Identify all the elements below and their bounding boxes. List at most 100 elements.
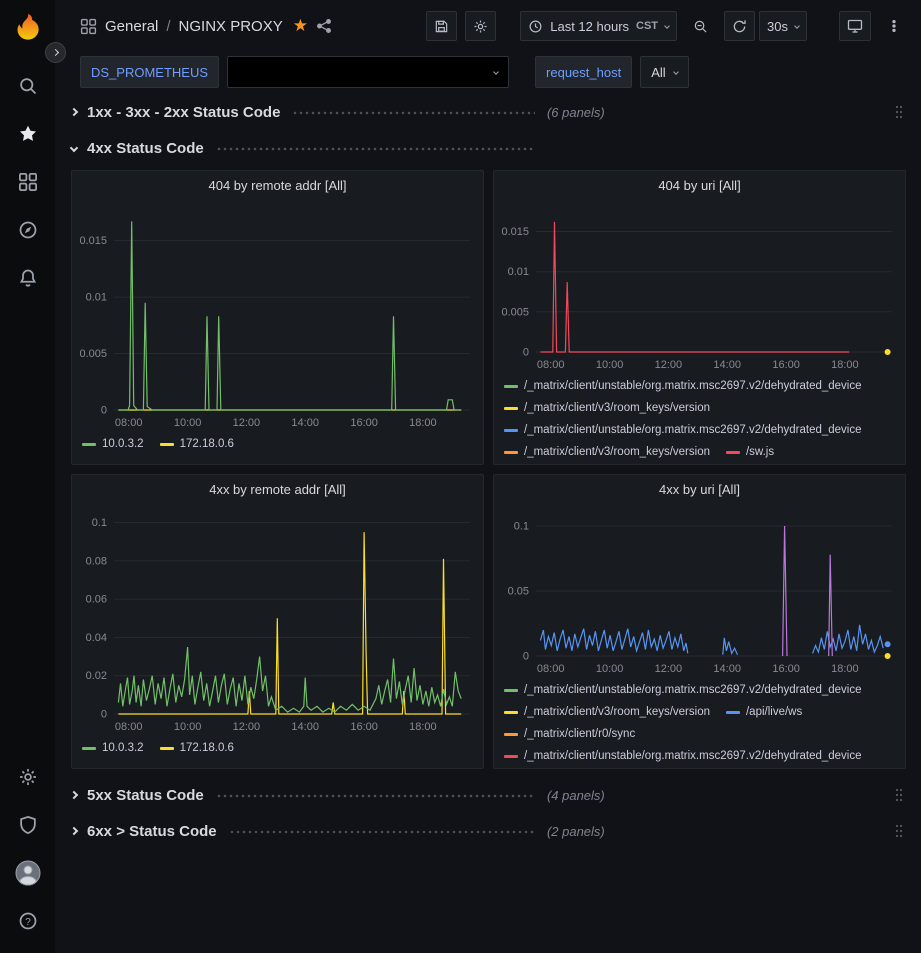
legend-swatch (504, 755, 518, 758)
svg-text:12:00: 12:00 (233, 417, 261, 429)
legend-label: /_matrix/client/unstable/org.matrix.msc2… (524, 378, 862, 395)
save-dashboard-button[interactable] (426, 11, 457, 41)
legend-item[interactable]: /_matrix/client/v3/room_keys/version (504, 444, 710, 460)
refresh-interval-label: 30s (767, 19, 788, 34)
sidebar: ? (0, 0, 55, 953)
row-5xx-status-code[interactable]: 5xx Status Code (4 panels) (71, 781, 906, 809)
chevron-right-icon (52, 49, 59, 56)
share-icon[interactable] (316, 18, 332, 34)
legend-label: 172.18.0.6 (180, 436, 234, 453)
refresh-interval-picker[interactable]: 30s (759, 11, 807, 41)
sidebar-item-profile[interactable] (0, 849, 55, 897)
time-range-picker[interactable]: Last 12 hours CST (520, 11, 677, 41)
chart-4xx-by-remote-addr[interactable]: 00.020.040.060.080.108:0010:0012:0014:00… (72, 503, 484, 736)
svg-text:0.015: 0.015 (79, 235, 107, 247)
favorite-star-icon[interactable]: ★ (293, 16, 308, 36)
bell-icon (18, 268, 38, 288)
row-6xx-status-code[interactable]: 6xx > Status Code (2 panels) (71, 817, 906, 845)
breadcrumb: General / NGINX PROXY ★ (80, 16, 332, 36)
legend-item[interactable]: /_matrix/client/unstable/org.matrix.msc2… (504, 378, 862, 395)
refresh-icon (732, 19, 747, 34)
sidebar-item-dashboards[interactable] (0, 158, 55, 206)
search-button[interactable] (0, 62, 55, 110)
row-panel-count: (4 panels) (547, 788, 605, 803)
row-4xx-status-code[interactable]: 4xx Status Code (71, 134, 906, 162)
legend-swatch (504, 451, 518, 454)
row-drag-handle[interactable] (894, 823, 904, 839)
grafana-app: ? General / NGINX PROXY ★ (0, 0, 921, 953)
compass-icon (18, 220, 38, 240)
chart-4xx-by-uri[interactable]: 00.050.108:0010:0012:0014:0016:0018:00 (494, 503, 906, 678)
tv-mode-button[interactable] (839, 11, 871, 41)
datasource-select[interactable] (227, 56, 509, 88)
breadcrumb-dashboard-title[interactable]: NGINX PROXY (179, 18, 283, 35)
svg-text:0.06: 0.06 (86, 594, 107, 606)
chart-404-by-uri[interactable]: 00.0050.010.01508:0010:0012:0014:0016:00… (494, 199, 906, 374)
row-title-wrap: 4xx Status Code (71, 140, 547, 157)
legend-item[interactable]: /_matrix/client/v3/room_keys/version (504, 704, 710, 721)
breadcrumb-separator: / (166, 18, 170, 35)
legend-item[interactable]: /sw.js (726, 444, 774, 460)
legend-item[interactable]: /_matrix/client/unstable/org.matrix.msc2… (504, 422, 862, 439)
legend-item[interactable]: 10.0.3.2 (82, 740, 144, 757)
chart-404-by-remote-addr[interactable]: 00.0050.010.01508:0010:0012:0014:0016:00… (72, 199, 484, 432)
panel-header[interactable]: 4xx by remote addr [All] (72, 475, 483, 503)
row-drag-handle[interactable] (894, 787, 904, 803)
request-host-variable-label[interactable]: request_host (535, 56, 632, 88)
legend-swatch (504, 407, 518, 410)
legend-item[interactable]: 172.18.0.6 (160, 740, 234, 757)
sidebar-item-explore[interactable] (0, 206, 55, 254)
svg-text:14:00: 14:00 (713, 359, 741, 371)
legend-item[interactable]: /_matrix/client/unstable/org.matrix.msc2… (504, 748, 862, 764)
row-dotted-filler (216, 794, 535, 798)
sidebar-item-server-admin[interactable] (0, 801, 55, 849)
svg-text:18:00: 18:00 (409, 721, 437, 733)
request-host-value: All (651, 65, 665, 80)
grafana-logo[interactable] (11, 10, 45, 44)
zoom-out-icon (693, 19, 708, 34)
sidebar-expand-toggle[interactable] (45, 42, 66, 63)
zoom-out-button[interactable] (685, 11, 716, 41)
chevron-down-icon (664, 23, 670, 29)
svg-text:10:00: 10:00 (174, 417, 202, 429)
row-drag-handle[interactable] (894, 104, 904, 120)
refresh-button[interactable] (724, 11, 755, 41)
panel-header[interactable]: 404 by uri [All] (494, 171, 905, 199)
svg-text:14:00: 14:00 (713, 663, 741, 675)
row-dotted-filler (229, 830, 535, 834)
more-menu-button[interactable] (879, 11, 909, 41)
datasource-variable-label[interactable]: DS_PROMETHEUS (80, 56, 219, 88)
svg-text:14:00: 14:00 (291, 721, 319, 733)
request-host-select[interactable]: All (640, 56, 688, 88)
svg-text:0.1: 0.1 (92, 517, 107, 529)
svg-text:16:00: 16:00 (772, 359, 800, 371)
save-icon (434, 19, 449, 34)
panel-header[interactable]: 404 by remote addr [All] (72, 171, 483, 199)
search-icon (18, 76, 38, 96)
panel-header[interactable]: 4xx by uri [All] (494, 475, 905, 503)
svg-text:0: 0 (101, 709, 107, 721)
row-1xx-3xx-2xx-status-code[interactable]: 1xx - 3xx - 2xx Status Code (6 panels) (71, 98, 906, 126)
sidebar-bottom-nav: ? (0, 753, 55, 945)
sidebar-item-help[interactable]: ? (0, 897, 55, 945)
sidebar-item-configuration[interactable] (0, 753, 55, 801)
legend-item[interactable]: /_matrix/client/v3/room_keys/version (504, 400, 710, 417)
gear-icon (473, 19, 488, 34)
legend-label: /api/live/ws (746, 704, 802, 721)
legend-item[interactable]: 10.0.3.2 (82, 436, 144, 453)
svg-text:0.08: 0.08 (86, 555, 107, 567)
breadcrumb-section[interactable]: General (105, 18, 158, 35)
legend-swatch (82, 747, 96, 750)
legend-item[interactable]: 172.18.0.6 (160, 436, 234, 453)
legend-item[interactable]: /api/live/ws (726, 704, 802, 721)
drag-dots-icon (894, 104, 904, 120)
dashboard-settings-button[interactable] (465, 11, 496, 41)
legend: 10.0.3.2 172.18.0.6 (72, 736, 483, 766)
sidebar-item-alerting[interactable] (0, 254, 55, 302)
drag-dots-icon (894, 787, 904, 803)
legend-label: /_matrix/client/v3/room_keys/version (524, 444, 710, 460)
legend-item[interactable]: /_matrix/client/unstable/org.matrix.msc2… (504, 682, 862, 699)
legend-item[interactable]: /_matrix/client/r0/sync (504, 726, 635, 743)
sidebar-item-starred[interactable] (0, 110, 55, 158)
svg-text:10:00: 10:00 (596, 663, 624, 675)
